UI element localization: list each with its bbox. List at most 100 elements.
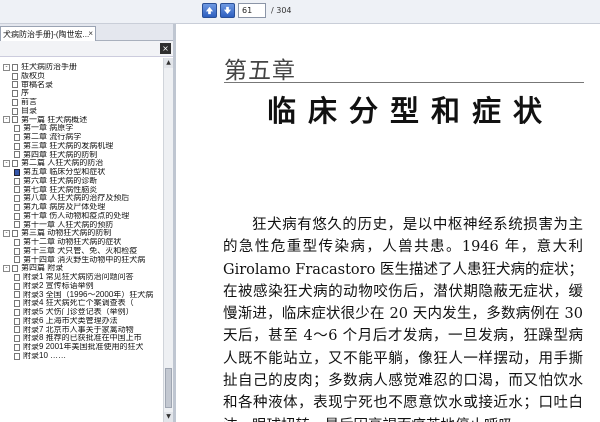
bookmark-label: 第四篇 附录 [21,264,64,273]
bookmark-label: 附录7 北京市人事关于家禽动物 [23,325,134,334]
bookmark-item[interactable]: - 狂犬病防治手册 [0,63,163,72]
bookmark-page-icon [14,326,20,334]
bookmark-item[interactable]: - 第二篇 人狂犬病的防治 [0,159,163,168]
bookmark-page-icon [14,273,20,281]
bookmark-item[interactable]: 目录 [0,107,163,116]
expander-icon[interactable]: - [3,265,10,273]
bookmark-item[interactable]: 审稿名录 [0,81,163,90]
bookmark-item[interactable]: 附录7 北京市人事关于家禽动物 [0,326,163,335]
page-navigation: / 304 [202,3,292,18]
bookmark-page-icon [14,221,20,229]
bookmark-page-icon [14,168,20,176]
bookmark-label: 第十一章 人狂犬病的预防 [23,220,114,229]
bookmark-page-icon [14,256,20,264]
bookmark-label: 第三章 狂犬病的发病机理 [23,141,114,150]
chapter-number: 第五章 [224,58,296,84]
bookmark-item[interactable]: - 第四篇 附录 [0,264,163,273]
bookmark-item[interactable]: 附录3 全国（1996～2000年）狂犬病 [0,291,163,300]
bookmark-label: 第十三章 犬只管、免、灭和检疫 [23,246,138,255]
bookmark-label: 第五章 临床分型和症状 [23,168,106,176]
bookmark-item[interactable]: 附录2 宣传标语举例 [0,282,163,291]
bookmark-item[interactable]: 第二章 流行病学 [0,133,163,142]
bookmark-item[interactable]: 第十章 伤人动物和疫点的处理 [0,212,163,221]
body-text: 狂犬病有悠久的历史，是以中枢神经系统损害为主的急性危重型传染病，人兽共患。194… [223,214,583,422]
bookmark-label: 附录1 常见狂犬病防治问题问答 [23,273,134,281]
bookmark-label: 第二章 流行病学 [23,133,82,141]
bookmark-page-icon [14,343,20,351]
arrow-up-icon [205,6,214,15]
bookmark-item[interactable]: 附录10 …… [0,352,163,361]
bookmark-item[interactable]: - 第一篇 狂犬病概述 [0,116,163,125]
bookmark-item[interactable]: 附录8 推荐的已获批准在中国上市 [0,334,163,343]
expander-icon[interactable]: - [3,160,10,168]
bookmark-page-icon [14,352,20,360]
scroll-down-icon[interactable]: ▼ [164,412,173,422]
expander-icon[interactable]: - [3,63,10,71]
bookmark-item[interactable]: 附录6 上海市犬类管理办法 [0,317,163,326]
expander-icon[interactable]: - [3,116,10,124]
bookmark-label: 第三篇 动物狂犬病的防制 [21,229,112,238]
bookmark-item[interactable]: 前言 [0,98,163,107]
previous-page-button[interactable] [202,3,217,18]
bookmark-page-icon [12,98,18,106]
scroll-up-icon[interactable]: ▲ [164,58,173,68]
bookmark-label: 附录4 狂犬病死亡个案调查表（ [23,299,134,308]
expander-icon[interactable]: - [3,230,10,238]
bookmark-label: 第二篇 人狂犬病的防治 [21,159,104,168]
bookmark-item[interactable]: 第七章 狂犬病性脑炎 [0,186,163,195]
bookmark-item[interactable]: 第十一章 人狂犬病的预防 [0,221,163,230]
page-toolbar: / 304 [0,0,600,24]
bookmark-item[interactable]: 序 [0,89,163,98]
bookmark-item[interactable]: 附录9 2001年美国批准使用的狂犬 [0,343,163,352]
next-page-button[interactable] [220,3,235,18]
document-tab-bar: 犬病防治手册]-(陶世宏... × [0,24,173,41]
bookmark-label: 第十章 伤人动物和疫点的处理 [23,211,130,220]
bookmark-tree: - 狂犬病防治手册 版权页 审稿名录序前言 目录 - 第一篇 狂犬病概述 第一章 病原学 第二章… [0,58,163,422]
bookmark-item[interactable]: 第五章 临床分型和症状 [0,168,163,177]
bookmark-page-icon [14,317,20,325]
bookmark-label: 第六章 狂犬病的诊断 [23,176,98,185]
tab-close-icon[interactable]: × [88,29,93,38]
bookmark-label: 第四章 狂犬病的防制 [23,150,98,159]
tree-scrollbar[interactable]: ▲ ▼ [163,58,173,422]
bookmark-label: 第一篇 狂犬病概述 [21,115,88,124]
bookmark-item[interactable]: 附录5 犬伤门诊登记表（举例） [0,308,163,317]
bookmark-item[interactable]: 第八章 人狂犬病的治疗及预后 [0,194,163,203]
bookmark-page-icon [14,282,20,290]
panel-close-icon[interactable]: × [160,43,171,54]
bookmark-page-icon [12,90,18,98]
bookmark-page-icon [12,107,18,115]
bookmark-item[interactable]: 第四章 狂犬病的防制 [0,151,163,160]
bookmark-item[interactable]: 第九章 病房及尸体处理 [0,203,163,212]
bookmark-item[interactable]: 第十二章 动物狂犬病的症状 [0,238,163,247]
bookmark-item[interactable]: - 第三篇 动物狂犬病的防制 [0,229,163,238]
bookmark-label: 第十四章 消灭野生动物中的狂犬病 [23,255,146,264]
page-number-input[interactable] [238,3,266,18]
bookmark-label: 第十二章 动物狂犬病的症状 [23,238,122,246]
bookmark-item[interactable]: 第十四章 消灭野生动物中的狂犬病 [0,256,163,265]
bookmark-page-icon [12,63,18,71]
bookmark-page-icon [12,230,18,238]
bookmark-page-icon [14,186,20,194]
bookmark-page-icon [14,212,20,220]
bookmark-page-icon [14,308,20,316]
bookmark-label: 第八章 人狂犬病的治疗及预后 [23,194,130,203]
bookmark-item[interactable]: 第三章 狂犬病的发病机理 [0,142,163,151]
bookmark-page-icon [14,203,20,211]
bookmark-page-icon [14,238,20,246]
bookmark-item[interactable]: 第十三章 犬只管、免、灭和检疫 [0,247,163,256]
bookmark-item[interactable]: 版权页 [0,72,163,81]
bookmark-item[interactable]: 第六章 狂犬病的诊断 [0,177,163,186]
document-tab[interactable]: 犬病防治手册]-(陶世宏... × [0,26,96,41]
bookmark-label: 第七章 狂犬病性脑炎 [23,185,98,194]
bookmark-panel-header: × [0,41,173,57]
bookmark-label: 附录10 …… [23,351,67,360]
bookmark-item[interactable]: 附录1 常见狂犬病防治问题问答 [0,273,163,282]
bookmark-item[interactable]: 第一章 病原学 [0,124,163,133]
bookmark-page-icon [14,291,20,299]
scrollbar-thumb[interactable] [165,368,172,408]
chapter-title: 临床分型和症状 [267,94,555,128]
bookmark-label: 狂犬病防治手册 [21,63,77,71]
bookmark-item[interactable]: 附录4 狂犬病死亡个案调查表（ [0,299,163,308]
bookmark-label: 附录8 推荐的已获批准在中国上市 [23,334,142,343]
